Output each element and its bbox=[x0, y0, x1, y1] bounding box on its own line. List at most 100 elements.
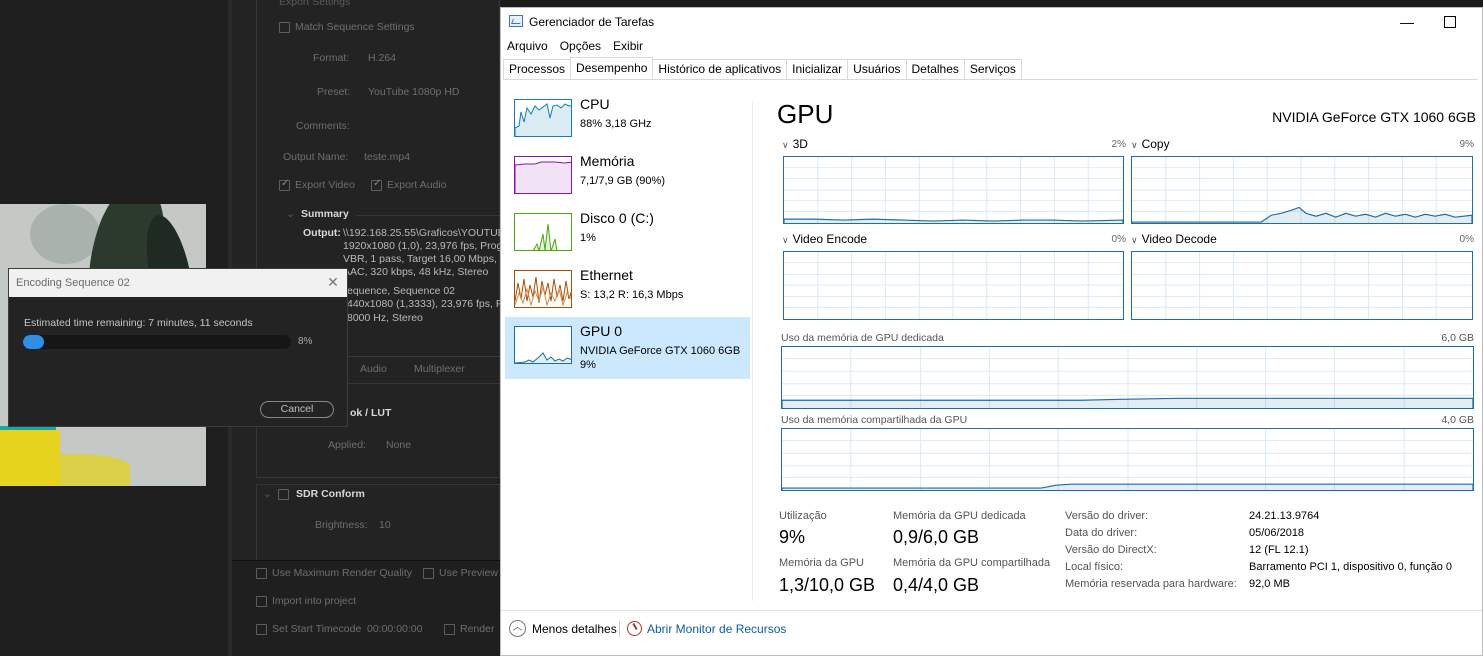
cancel-button[interactable]: Cancel bbox=[260, 401, 334, 418]
menu-exibir[interactable]: Exibir bbox=[607, 37, 649, 55]
start-timecode-checkbox[interactable] bbox=[256, 624, 267, 635]
export-settings-header: Export Settings bbox=[279, 0, 351, 8]
brightness-label: Brightness: bbox=[315, 519, 368, 531]
info-value: 05/06/2018 bbox=[1249, 527, 1305, 539]
tab-inicializar[interactable]: Inicializar bbox=[786, 59, 849, 79]
gpu-memory-label: Memória da GPU bbox=[779, 557, 864, 569]
sidebar-item-ethernet[interactable]: Ethernet S: 13,2 R: 16,3 Mbps bbox=[505, 261, 750, 323]
sidebar-item-cpu[interactable]: CPU 88% 3,18 GHz bbox=[505, 90, 750, 152]
dedicated-gpu-memory-label: Memória da GPU dedicada bbox=[893, 510, 1026, 522]
engine-select-3d[interactable]: ∨ 3D bbox=[782, 137, 808, 151]
info-value: 12 (FL 12.1) bbox=[1249, 544, 1309, 556]
gpu-memory-value: 1,3/10,0 GB bbox=[779, 575, 876, 595]
progress-fill bbox=[23, 335, 45, 349]
engine-select-video-decode[interactable]: ∨ Video Decode bbox=[1131, 232, 1217, 246]
import-project-label: Import into project bbox=[272, 595, 357, 607]
shared-memory-max: 4,0 GB bbox=[1441, 414, 1474, 426]
tab-usuarios[interactable]: Usuários bbox=[847, 59, 907, 79]
sidebar-item-disk[interactable]: Disco 0 (C:) 1% bbox=[505, 204, 750, 266]
output-line-2: 1920x1080 (1,0), 23,976 fps, Progres bbox=[343, 240, 517, 252]
tab-processos[interactable]: Processos bbox=[503, 59, 572, 79]
gpu-usage-short: 9% bbox=[580, 359, 596, 371]
sdr-conform-checkbox[interactable] bbox=[278, 489, 289, 500]
memory-mini-graph bbox=[514, 156, 572, 194]
source-line-3: 8000 Hz, Stereo bbox=[347, 312, 423, 324]
resource-monitor-link[interactable]: Abrir Monitor de Recursos bbox=[647, 622, 786, 636]
utilization-label: Utilização bbox=[779, 510, 827, 522]
export-audio-checkbox[interactable] bbox=[371, 178, 382, 191]
render-label: Render bbox=[460, 623, 495, 635]
shared-gpu-memory-value: 0,4/4,0 GB bbox=[893, 575, 980, 595]
sidebar-item-label: Ethernet bbox=[580, 267, 633, 283]
chevron-down-icon: ∨ bbox=[782, 140, 789, 150]
chevron-down-icon[interactable]: ⌄ bbox=[286, 208, 295, 220]
tab-historico[interactable]: Histórico de aplicativos bbox=[652, 59, 788, 79]
graph-3d bbox=[783, 156, 1124, 224]
output-name-value[interactable]: teste.mp4 bbox=[364, 151, 410, 163]
preset-label: Preset: bbox=[317, 86, 351, 98]
sidebar-item-detail: 1% bbox=[580, 232, 596, 244]
close-icon[interactable]: ✕ bbox=[325, 274, 341, 290]
preset-value[interactable]: YouTube 1080p HD bbox=[368, 86, 459, 98]
export-video-checkbox[interactable] bbox=[279, 178, 290, 191]
engine-name: Video Encode bbox=[792, 232, 868, 246]
use-previews-checkbox[interactable] bbox=[423, 568, 434, 579]
menu-arquivo[interactable]: Arquivo bbox=[501, 37, 554, 55]
max-render-checkbox[interactable] bbox=[256, 568, 267, 579]
tab-detalhes[interactable]: Detalhes bbox=[905, 59, 965, 79]
shared-gpu-memory-label: Memória da GPU compartilhada bbox=[893, 557, 1051, 569]
graph-video-encode bbox=[783, 251, 1124, 320]
chevron-down-icon[interactable]: ⌄ bbox=[263, 488, 272, 500]
disk-mini-graph bbox=[514, 213, 572, 251]
sidebar-item-detail: S: 13,2 R: 16,3 Mbps bbox=[580, 289, 684, 301]
sidebar-item-gpu[interactable]: GPU 0 NVIDIA GeForce GTX 1060 6GB 9% bbox=[505, 317, 750, 379]
graph-shared-memory bbox=[781, 428, 1474, 491]
sidebar-item-memory[interactable]: Memória 7,1/7,9 GB (90%) bbox=[505, 147, 750, 209]
menu-opcoes[interactable]: Opções bbox=[554, 37, 607, 55]
page-title: GPU bbox=[777, 99, 834, 129]
minimize-icon[interactable]: — bbox=[1392, 10, 1422, 34]
chevron-up-icon[interactable]: ︿ bbox=[509, 620, 526, 637]
format-value[interactable]: H.264 bbox=[368, 52, 396, 64]
output-name-label: Output Name: bbox=[283, 151, 349, 163]
dialog-titlebar[interactable]: Encoding Sequence 02 ✕ bbox=[9, 269, 347, 297]
shared-memory-label: Uso da memória compartilhada da GPU bbox=[781, 414, 968, 426]
tab-desempenho[interactable]: Desempenho bbox=[570, 57, 654, 79]
tab-servicos[interactable]: Serviços bbox=[963, 59, 1022, 79]
applied-value[interactable]: None bbox=[386, 439, 411, 451]
window-titlebar[interactable]: Gerenciador de Tarefas — bbox=[501, 8, 1482, 36]
comments-label: Comments: bbox=[296, 120, 350, 132]
sidebar-item-label: Disco 0 (C:) bbox=[580, 210, 654, 226]
render-checkbox[interactable] bbox=[444, 624, 455, 635]
sdr-conform-label: SDR Conform bbox=[296, 488, 365, 500]
max-render-label: Use Maximum Render Quality bbox=[272, 567, 413, 579]
info-value: 92,0 MB bbox=[1249, 578, 1290, 590]
sdr-conform-group bbox=[256, 484, 500, 560]
import-project-checkbox[interactable] bbox=[256, 596, 267, 607]
resource-monitor-icon[interactable] bbox=[627, 621, 642, 636]
match-sequence-checkbox[interactable] bbox=[279, 22, 290, 33]
sidebar-item-label: GPU 0 bbox=[580, 323, 623, 339]
footer-divider bbox=[619, 621, 620, 637]
less-details-button[interactable]: Menos detalhes bbox=[532, 622, 617, 636]
export-video-label: Export Video bbox=[295, 179, 355, 191]
look-lut-label: ok / LUT bbox=[350, 407, 392, 419]
engine-name: Copy bbox=[1141, 137, 1170, 151]
tab-multiplexer[interactable]: Multiplexer bbox=[414, 363, 465, 375]
timecode-value[interactable]: 00:00:00:00 bbox=[367, 623, 422, 635]
menu-bar: Arquivo Opções Exibir bbox=[501, 37, 649, 55]
gpu-model: NVIDIA GeForce GTX 1060 6GB bbox=[1272, 109, 1476, 125]
brightness-value[interactable]: 10 bbox=[379, 519, 391, 531]
chevron-down-icon: ∨ bbox=[1131, 140, 1138, 150]
ethernet-mini-graph bbox=[514, 270, 572, 308]
time-remaining: Estimated time remaining: 7 minutes, 11 … bbox=[24, 317, 253, 329]
chevron-down-icon: ∨ bbox=[782, 235, 789, 245]
maximize-icon[interactable] bbox=[1434, 10, 1464, 34]
engine-select-copy[interactable]: ∨ Copy bbox=[1131, 137, 1170, 151]
tab-audio[interactable]: Audio bbox=[360, 363, 387, 375]
engine-select-video-encode[interactable]: ∨ Video Encode bbox=[782, 232, 867, 246]
sidebar-divider[interactable] bbox=[752, 101, 753, 601]
info-key: Data do driver: bbox=[1065, 527, 1138, 539]
start-timecode-label: Set Start Timecode bbox=[272, 623, 362, 635]
graph-dedicated-memory bbox=[781, 346, 1474, 409]
